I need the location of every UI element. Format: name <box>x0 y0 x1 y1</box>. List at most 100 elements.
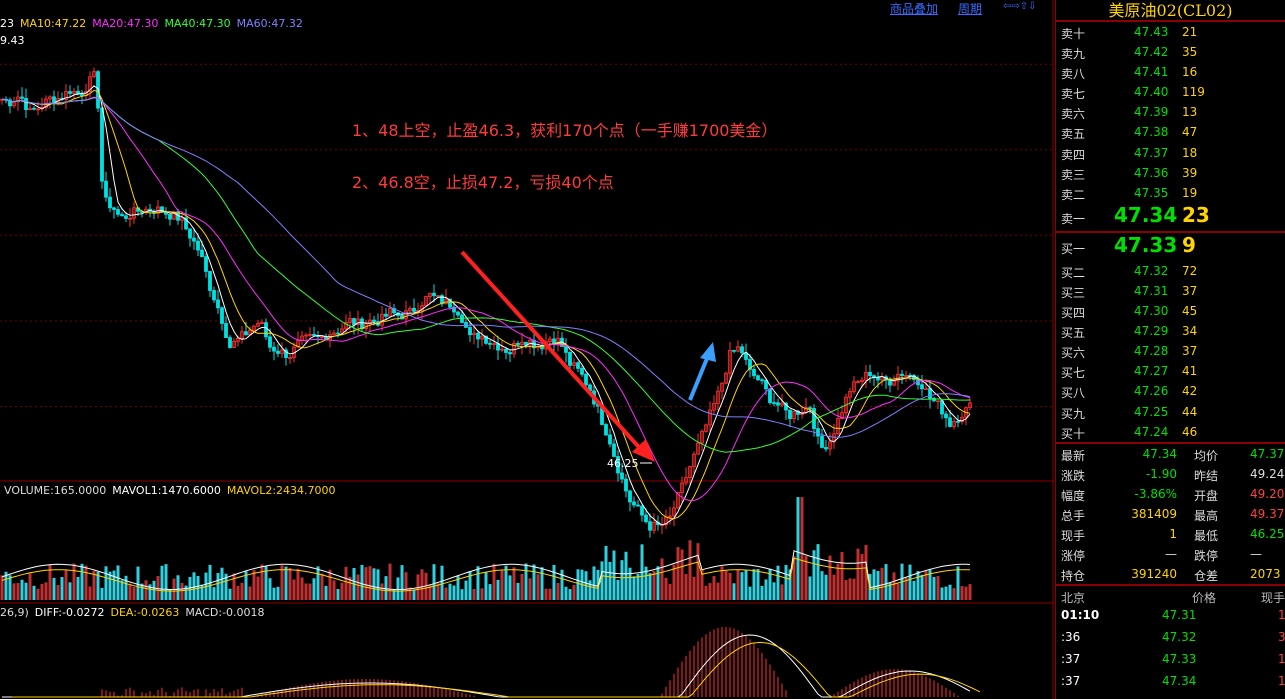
volume-bar <box>532 564 536 600</box>
stat-label: 均价 <box>1194 448 1219 463</box>
short-trade-arrow <box>460 250 649 458</box>
volume-bar <box>320 573 324 600</box>
candle-body <box>108 196 112 209</box>
volume-bar <box>104 566 108 600</box>
tick-row[interactable]: :37 47.33 1 <box>1056 648 1285 670</box>
bid-level[interactable]: 买三 47.31 37 <box>1056 281 1285 301</box>
ask-level[interactable]: 卖六 47.39 13 <box>1056 102 1285 122</box>
candle-body <box>612 443 616 457</box>
annotation-1: 1、48上空，止盈46.3，获利170个点（一手赚1700美金） <box>352 121 778 140</box>
volume-bar <box>516 582 520 600</box>
tick-row[interactable]: :37 47.34 1 <box>1056 670 1285 692</box>
volume-bar <box>520 573 524 600</box>
bid-level[interactable]: 买五 47.29 34 <box>1056 321 1285 341</box>
stat-row: 现手 1 最低 46.25 <box>1056 524 1285 544</box>
volume-bar <box>488 584 492 600</box>
ask-list: 卖十 47.43 21 卖九 47.42 35 卖八 47.41 16 卖七 47.40 119 卖六 4… <box>1056 22 1285 231</box>
ask-level[interactable]: 卖十 47.43 21 <box>1056 22 1285 42</box>
candle-body <box>476 332 480 340</box>
macd-legend-item: DIFF:-0.0272 <box>34 606 105 619</box>
level-name: 卖六 <box>1061 107 1086 122</box>
candle-body <box>948 417 952 427</box>
volume-bar <box>212 587 216 600</box>
level-name: 买二 <box>1061 265 1086 280</box>
bid-level[interactable]: 买一 47.33 9 <box>1056 233 1285 261</box>
bid-level[interactable]: 买六 47.28 37 <box>1056 341 1285 361</box>
ask-level[interactable]: 卖七 47.40 119 <box>1056 82 1285 102</box>
volume-bar <box>328 569 332 600</box>
bid-level[interactable]: 买四 47.30 45 <box>1056 301 1285 321</box>
ask-level[interactable]: 卖五 47.38 47 <box>1056 122 1285 142</box>
volume-bar <box>716 582 720 600</box>
level-price: 47.29 <box>1134 324 1169 339</box>
overlay-link[interactable]: 商品叠加 <box>890 0 938 17</box>
volume-bar <box>344 566 348 600</box>
level-volume: 42 <box>1182 384 1198 399</box>
level-volume: 44 <box>1182 404 1198 419</box>
volume-bar <box>464 580 468 600</box>
volume-bar <box>88 586 92 600</box>
level-price: 47.39 <box>1134 105 1169 120</box>
volume-bar <box>384 576 388 600</box>
volume-bar <box>356 574 360 600</box>
level-price: 47.26 <box>1134 384 1169 399</box>
tick-row[interactable]: 01:10 47.31 1 <box>1056 604 1285 626</box>
nav-arrow-icons[interactable]: ⇦⇨⇧⇩ <box>1003 1 1037 12</box>
level-volume: 9 <box>1182 232 1196 257</box>
volume-bar <box>300 577 304 600</box>
ask-level[interactable]: 卖四 47.37 18 <box>1056 143 1285 163</box>
volume-bar <box>576 569 580 600</box>
volume-bar <box>828 555 832 600</box>
volume-bar <box>292 579 296 600</box>
volume-bar <box>288 567 292 600</box>
candle-body <box>564 346 568 353</box>
ask-level[interactable]: 卖八 47.41 16 <box>1056 62 1285 82</box>
ma-legend-item: MA40:47.30 <box>164 17 231 30</box>
stat-label: 最新 <box>1061 448 1086 463</box>
ma-line-10 <box>1 89 971 520</box>
candle-body <box>360 318 364 330</box>
candle-body <box>760 379 764 382</box>
candle-body <box>604 424 608 436</box>
bid-level[interactable]: 买七 47.27 41 <box>1056 361 1285 381</box>
volume-bar <box>528 578 532 600</box>
candle-body <box>272 346 276 352</box>
tick-list[interactable]: 01:10 47.31 1:36 47.32 3:37 47.33 1:37 47.34 1 <box>1056 604 1285 692</box>
period-link[interactable]: 周期 <box>958 0 982 17</box>
stat-label: 总手 <box>1061 508 1086 523</box>
candle-body <box>104 180 108 198</box>
kline-chart-area[interactable]: 商品叠加 周期 ⇦⇨⇧⇩ 23 MA10:47.22 MA20:47.30 MA40:… <box>0 0 1054 699</box>
volume-bar <box>24 582 28 600</box>
ask-level[interactable]: 卖三 47.36 39 <box>1056 163 1285 183</box>
ask-level[interactable]: 卖二 47.35 19 <box>1056 183 1285 203</box>
volume-bar <box>628 567 632 600</box>
tick-row[interactable]: :36 47.32 3 <box>1056 626 1285 648</box>
macd-legend-item: 26,9) <box>0 606 29 619</box>
bid-level[interactable]: 买八 47.26 42 <box>1056 381 1285 401</box>
volume-bar <box>860 554 864 600</box>
bid-level[interactable]: 买十 47.24 46 <box>1056 422 1285 442</box>
ask-level[interactable]: 卖九 47.42 35 <box>1056 42 1285 62</box>
volume-bar <box>236 585 240 600</box>
ask-level[interactable]: 卖一 47.34 23 <box>1056 203 1285 231</box>
tick-time: :37 <box>1061 651 1081 666</box>
candle-body <box>868 371 872 377</box>
bid-level[interactable]: 买九 47.25 44 <box>1056 402 1285 422</box>
bid-level[interactable]: 买二 47.32 72 <box>1056 261 1285 281</box>
volume-bar <box>536 574 540 600</box>
volume-bar <box>52 577 56 600</box>
level-price: 47.30 <box>1134 304 1169 319</box>
volume-bar <box>604 545 608 600</box>
kline-chart-svg[interactable] <box>0 0 1054 699</box>
candle-body <box>192 237 196 242</box>
volume-bar <box>756 569 760 600</box>
candle-body <box>216 299 220 309</box>
candle-body <box>632 501 636 506</box>
volume-bar <box>936 576 940 600</box>
candle-body <box>568 351 572 366</box>
candle-body <box>776 402 780 406</box>
volume-bar <box>64 570 68 600</box>
level-volume: 39 <box>1182 165 1198 180</box>
ticks-header: 北京 价格 现手 <box>1056 583 1285 605</box>
level-volume: 35 <box>1182 45 1198 60</box>
